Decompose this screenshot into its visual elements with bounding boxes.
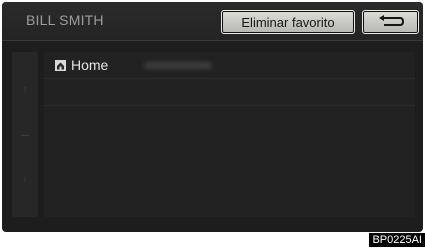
contact-name-title: BILL SMITH — [26, 12, 104, 28]
scroll-bar[interactable]: ↑ ↓ — [12, 52, 38, 217]
scroll-down-icon[interactable]: ↓ — [12, 172, 38, 184]
list-item[interactable]: Home — [44, 52, 415, 79]
list-item-label: Home — [71, 57, 109, 73]
delete-favorite-button[interactable]: Eliminar favorito — [221, 10, 355, 34]
back-button[interactable] — [362, 10, 419, 34]
nav-screen: BILL SMITH Eliminar favorito ↑ ↓ Home — [2, 2, 423, 232]
blurred-number — [144, 62, 212, 69]
header-bar: BILL SMITH Eliminar favorito — [2, 2, 423, 41]
favorites-list: Home — [44, 52, 415, 217]
image-code-label: BP0225AI — [369, 233, 425, 247]
scroll-up-icon[interactable]: ↑ — [12, 84, 38, 96]
empty-row — [44, 79, 415, 106]
back-arrow-icon — [378, 15, 404, 26]
home-icon — [55, 60, 66, 71]
scroll-divider — [21, 135, 29, 136]
